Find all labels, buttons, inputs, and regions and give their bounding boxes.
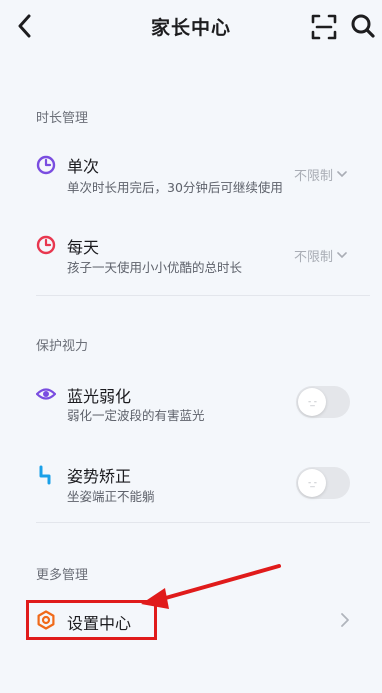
search-icon [351,14,375,38]
posture-toggle[interactable]: -_- [296,467,350,499]
row-title-bluelight: 蓝光弱化 [67,387,132,406]
row-title-daily: 每天 [67,238,100,257]
scan-button[interactable] [311,14,337,40]
posture-icon [39,465,51,485]
toggle-knob: -_- [298,388,326,416]
chevron-down-icon [337,171,347,178]
divider [36,522,370,523]
daily-limit-select[interactable]: 不限制 [294,246,347,265]
chevron-right-icon [341,613,349,627]
chevron-down-icon [337,252,347,259]
row-title-single: 单次 [67,157,100,176]
row-desc-daily: 孩子一天使用小小优酷的总时长 [67,260,243,275]
section-label-more: 更多管理 [36,568,89,583]
row-title-posture: 姿势矫正 [67,467,132,486]
eye-icon [36,388,56,400]
row-desc-bluelight: 弱化一定波段的有害蓝光 [67,408,205,423]
row-desc-single: 单次时长用完后，30分钟后可继续使用 [67,180,283,195]
section-label-eyes: 保护视力 [36,339,89,354]
section-label-duration: 时长管理 [36,111,89,126]
single-limit-value: 不限制 [294,169,334,184]
clock-icon [36,235,56,255]
divider [36,295,370,296]
clock-icon [36,155,56,175]
toggle-knob: -_- [298,469,326,497]
annotation-highlight-box [26,600,157,640]
single-limit-select[interactable]: 不限制 [294,165,347,184]
daily-limit-value: 不限制 [294,250,334,265]
bluelight-toggle[interactable]: -_- [296,386,350,418]
scan-icon [311,14,337,40]
search-button[interactable] [350,13,376,39]
top-bar: 家长中心 [0,0,382,52]
row-desc-posture: 坐姿端正不能躺 [67,489,155,504]
